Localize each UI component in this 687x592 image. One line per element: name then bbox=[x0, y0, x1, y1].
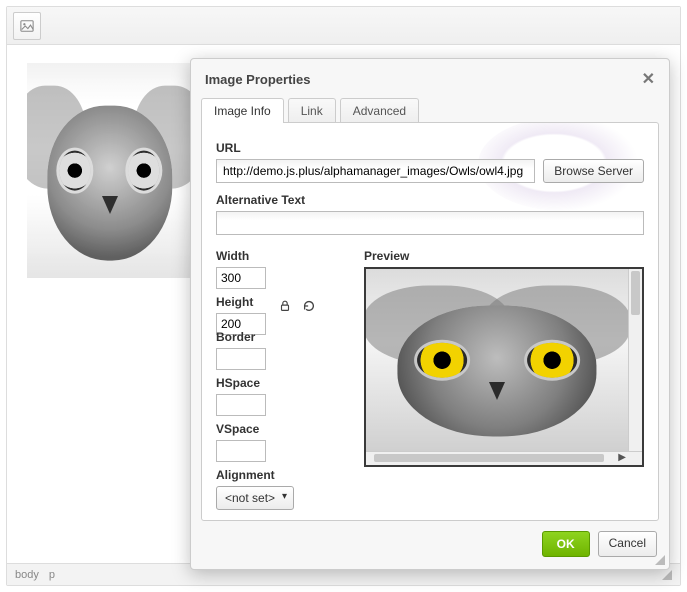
close-icon: ✕ bbox=[642, 71, 655, 88]
dialog-button-row: OK Cancel bbox=[191, 521, 669, 569]
preview-vertical-scrollbar[interactable] bbox=[628, 269, 642, 451]
vspace-input[interactable] bbox=[216, 440, 266, 462]
image-icon bbox=[20, 19, 34, 33]
dialog-close-button[interactable]: ✕ bbox=[638, 69, 659, 89]
width-input[interactable] bbox=[216, 267, 266, 289]
chevron-right-icon: ▶ bbox=[618, 452, 626, 463]
url-input[interactable] bbox=[216, 159, 535, 183]
tab-image-info[interactable]: Image Info bbox=[201, 98, 284, 123]
label-hspace: HSpace bbox=[216, 376, 348, 390]
insert-image-button[interactable] bbox=[13, 12, 41, 40]
alignment-select[interactable]: <not set> bbox=[216, 486, 294, 510]
label-width: Width bbox=[216, 249, 348, 263]
dialog-tabs: Image Info Link Advanced bbox=[191, 97, 669, 122]
label-alignment: Alignment bbox=[216, 468, 348, 482]
editor-toolbar bbox=[7, 7, 680, 45]
preview-column: Preview ▶ bbox=[364, 243, 644, 510]
lock-ratio-button[interactable] bbox=[278, 299, 292, 316]
label-url: URL bbox=[216, 141, 644, 155]
border-input[interactable] bbox=[216, 348, 266, 370]
preview-box: ▶ bbox=[364, 267, 644, 467]
label-vspace: VSpace bbox=[216, 422, 348, 436]
elements-path-p[interactable]: p bbox=[49, 569, 55, 581]
resize-handle-icon[interactable] bbox=[662, 570, 672, 580]
reset-size-button[interactable] bbox=[302, 299, 316, 316]
browse-server-button[interactable]: Browse Server bbox=[543, 159, 644, 183]
label-border: Border bbox=[216, 330, 348, 344]
dialog-title: Image Properties bbox=[205, 72, 311, 87]
tab-advanced[interactable]: Advanced bbox=[340, 98, 419, 123]
dialog-resize-handle-icon[interactable] bbox=[655, 555, 665, 565]
preview-horizontal-scrollbar[interactable] bbox=[366, 451, 642, 465]
dialog-titlebar[interactable]: Image Properties ✕ bbox=[191, 59, 669, 97]
elements-path-body[interactable]: body bbox=[15, 569, 39, 581]
label-preview: Preview bbox=[364, 249, 644, 263]
ok-button[interactable]: OK bbox=[542, 531, 590, 557]
cancel-button[interactable]: Cancel bbox=[598, 531, 657, 557]
image-properties-dialog: Image Properties ✕ Image Info Link Advan… bbox=[190, 58, 670, 570]
alignment-value: <not set> bbox=[225, 491, 275, 505]
app-root: body p Image Properties ✕ Image Info Lin… bbox=[0, 0, 687, 592]
refresh-icon bbox=[302, 299, 316, 313]
dimensions-column: Width Height Border HSpace bbox=[216, 243, 348, 510]
preview-image bbox=[366, 269, 628, 451]
lock-icon bbox=[278, 299, 292, 313]
alt-text-input[interactable] bbox=[216, 211, 644, 235]
hspace-input[interactable] bbox=[216, 394, 266, 416]
tab-panel-image-info: URL Browse Server Alternative Text Width… bbox=[201, 122, 659, 521]
document-image bbox=[27, 63, 192, 278]
tab-link[interactable]: Link bbox=[288, 98, 336, 123]
label-alt: Alternative Text bbox=[216, 193, 644, 207]
